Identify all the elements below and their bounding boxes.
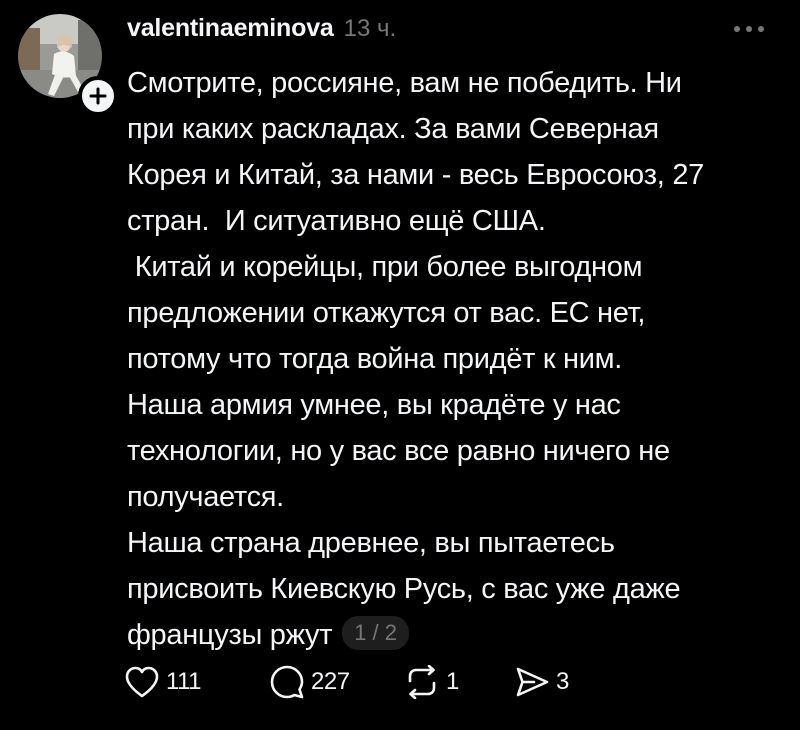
- share-count: 3: [556, 668, 569, 695]
- post-text-line: стран. И ситуативно ещё США.: [127, 205, 546, 237]
- post-text-line: Китай и корейцы, при более выгодном: [127, 251, 643, 283]
- post-text-line: Смотрите, россияне, вам не победить. Ни: [127, 67, 682, 99]
- post-timestamp: 13 ч.: [343, 15, 397, 42]
- repost-icon: [408, 665, 436, 699]
- like-button[interactable]: 111: [124, 660, 269, 704]
- reply-count: 227: [311, 668, 350, 695]
- post-text-line: предложении откажутся от вас. ЕС нет,: [127, 297, 646, 329]
- post-text-line: получается.: [127, 481, 284, 513]
- plus-icon: [89, 87, 107, 105]
- comment-icon: [270, 665, 304, 699]
- heart-icon: [125, 666, 159, 698]
- avatar-container[interactable]: [18, 14, 118, 116]
- post-text-line: потому что тогда война придёт к ним.: [127, 343, 623, 375]
- share-button[interactable]: 3: [514, 660, 594, 704]
- post-text-line: Корея и Китай, за нами - весь Евросоюз, …: [127, 159, 704, 191]
- post-header: valentinaeminova 13 ч.: [127, 14, 396, 52]
- post-body: Смотрите, россияне, вам не победить. Ни п…: [127, 60, 777, 658]
- post-text-line: при каких раскладах. За вами Северная: [127, 113, 659, 145]
- more-horizontal-icon: [734, 26, 764, 32]
- page-indicator: 1 / 2: [342, 616, 409, 651]
- repost-count: 1: [446, 668, 459, 695]
- post-text-line: Наша армия умнее, вы крадёте у нас: [127, 389, 621, 421]
- reply-button[interactable]: 227: [269, 660, 404, 704]
- action-bar: 111 227 1 3: [124, 660, 594, 704]
- post-text-line: французы ржут: [127, 619, 333, 651]
- repost-button[interactable]: 1: [404, 660, 514, 704]
- more-options-button[interactable]: [726, 16, 772, 42]
- last-line-wrap: французы ржут 1 / 2: [127, 612, 777, 658]
- follow-button[interactable]: [78, 76, 118, 116]
- username-link[interactable]: valentinaeminova: [127, 14, 334, 43]
- post-text-line: присвоить Киевскую Русь, с вас уже даже: [127, 573, 681, 605]
- send-icon: [516, 667, 549, 697]
- post-text-line: Наша страна древнее, вы пытаетесь: [127, 527, 615, 559]
- post-text-line: технологии, но у вас все равно ничего не: [127, 435, 670, 467]
- like-count: 111: [166, 668, 201, 695]
